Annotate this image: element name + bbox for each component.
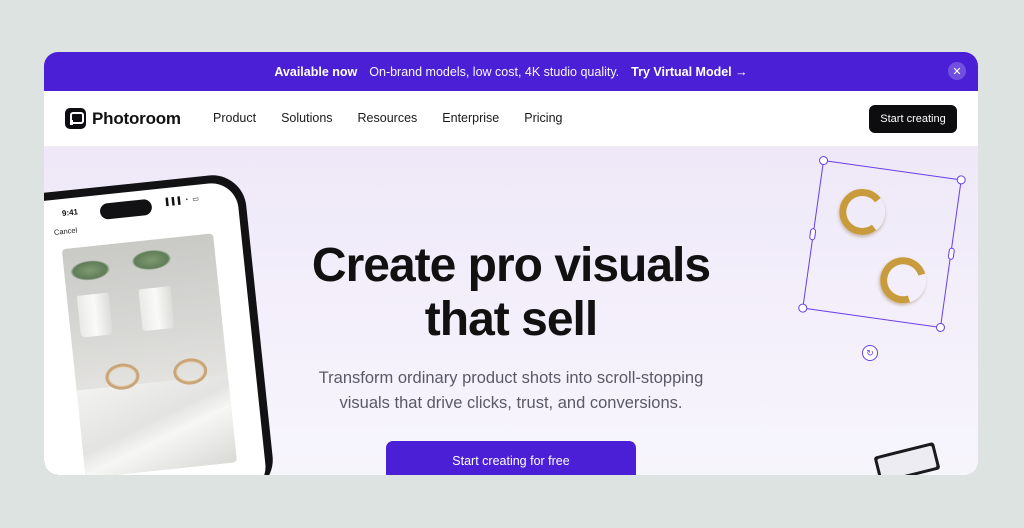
start-creating-free-button[interactable]: Start creating for free bbox=[386, 441, 636, 475]
nav-item-resources[interactable]: Resources bbox=[358, 111, 418, 125]
browser-frame: Available now On-brand models, low cost,… bbox=[44, 52, 978, 475]
announcement-banner[interactable]: Available now On-brand models, low cost,… bbox=[44, 52, 978, 91]
hero-subtitle: Transform ordinary product shots into sc… bbox=[44, 366, 978, 416]
brand-name: Photoroom bbox=[92, 108, 181, 128]
laptop-mockup bbox=[873, 441, 941, 475]
top-nav: Photoroom Product Solutions Resources En… bbox=[44, 91, 978, 147]
hero-subtitle-line-1: Transform ordinary product shots into sc… bbox=[318, 369, 704, 387]
logo[interactable]: Photoroom bbox=[65, 108, 181, 129]
resize-handle[interactable] bbox=[956, 174, 967, 185]
nav-item-product[interactable]: Product bbox=[213, 111, 256, 125]
close-icon[interactable]: ✕ bbox=[948, 62, 966, 80]
resize-handle[interactable] bbox=[818, 155, 829, 166]
hero-title-line-2: that sell bbox=[424, 293, 598, 346]
nav-links: Product Solutions Resources Enterprise P… bbox=[213, 111, 587, 125]
hero-title: Create pro visuals that sell bbox=[44, 239, 978, 347]
start-creating-button[interactable]: Start creating bbox=[869, 105, 957, 133]
photoroom-logo-icon bbox=[65, 108, 86, 129]
hero-subtitle-line-2: visuals that drive clicks, trust, and co… bbox=[339, 394, 683, 412]
nav-item-enterprise[interactable]: Enterprise bbox=[442, 111, 499, 125]
banner-message: On-brand models, low cost, 4K studio qua… bbox=[369, 64, 620, 79]
phone-time: 9:41 bbox=[61, 207, 79, 218]
rotate-icon[interactable]: ↻ bbox=[862, 345, 878, 361]
phone-notch bbox=[99, 198, 153, 220]
phone-cancel-label: Cancel bbox=[53, 225, 78, 237]
hero-section: 9:41 ▐▐▐ ◔ ▭ Cancel ↻ Create pro visuals… bbox=[44, 147, 978, 475]
hero-title-line-1: Create pro visuals bbox=[311, 239, 711, 292]
gold-earring-icon bbox=[836, 185, 889, 238]
phone-status-icons: ▐▐▐ ◔ ▭ bbox=[163, 195, 201, 207]
banner-link[interactable]: Try Virtual Model → bbox=[631, 65, 747, 79]
banner-lead: Available now bbox=[274, 64, 358, 79]
nav-item-solutions[interactable]: Solutions bbox=[281, 111, 332, 125]
nav-item-pricing[interactable]: Pricing bbox=[524, 111, 562, 125]
